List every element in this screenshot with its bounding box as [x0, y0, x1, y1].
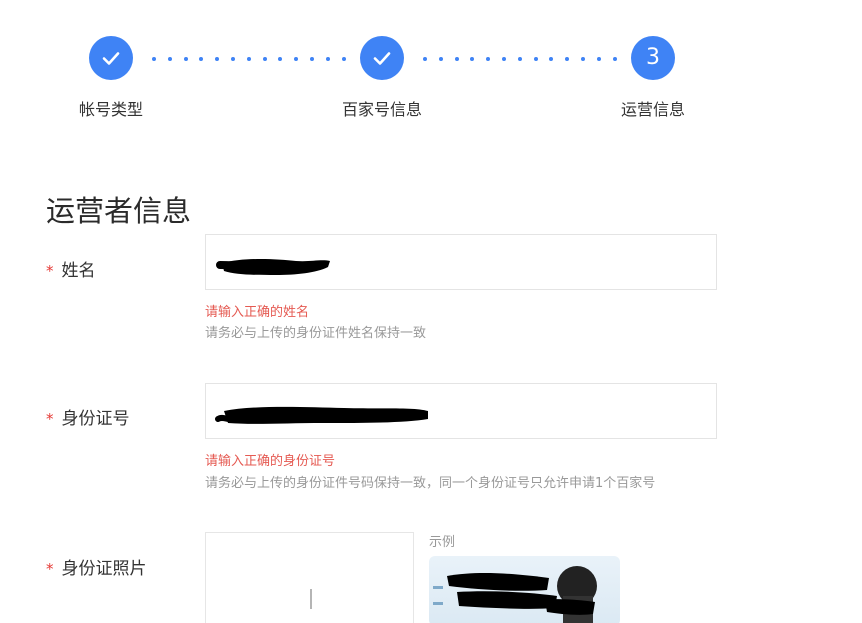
- step-connector-1: [152, 56, 346, 62]
- step-3-label: 运营信息: [620, 100, 686, 119]
- connector-dot: [502, 57, 506, 61]
- connector-dot: [549, 57, 554, 61]
- connector-dot: [423, 57, 427, 61]
- id-number-input[interactable]: [205, 383, 717, 439]
- name-redaction-mark: [216, 259, 330, 275]
- connector-dot: [486, 57, 491, 61]
- connector-dot: [454, 57, 459, 61]
- connector-dot: [325, 57, 330, 61]
- plus-icon: [310, 589, 312, 609]
- connector-dot: [294, 57, 299, 61]
- id-number-hint: 请务必与上传的身份证件号码保持一致，同一个身份证号只允许申请1个百家号: [205, 476, 656, 491]
- required-mark: *: [46, 410, 54, 428]
- connector-dot: [341, 57, 346, 61]
- step-connector-2: [423, 56, 617, 62]
- step-3-current: 3: [631, 36, 675, 80]
- step-2-complete: [360, 36, 404, 80]
- name-error: 请输入正确的姓名: [205, 305, 310, 320]
- connector-dot: [470, 57, 475, 61]
- connector-dot: [215, 57, 220, 61]
- step-1-label: 帐号类型: [78, 100, 144, 119]
- name-label: * 姓名: [46, 256, 96, 281]
- page-title: 运营者信息: [46, 194, 192, 229]
- step-3-number: 3: [646, 45, 660, 70]
- name-label-text: 姓名: [61, 261, 96, 281]
- id-photo-label: * 身份证照片: [46, 554, 147, 579]
- connector-dot: [262, 57, 267, 61]
- connector-dot: [565, 57, 570, 61]
- connector-dot: [310, 57, 314, 61]
- id-photo-label-text: 身份证照片: [61, 559, 147, 579]
- connector-dot: [533, 57, 538, 61]
- step-1-complete: [89, 36, 133, 80]
- connector-dot: [183, 57, 188, 61]
- required-mark: *: [46, 560, 54, 578]
- step-2-label: 百家号信息: [341, 100, 423, 119]
- check-icon: [102, 52, 120, 65]
- id-number-label-text: 身份证号: [61, 409, 130, 429]
- connector-dot: [517, 57, 522, 61]
- registration-page: 3 帐号类型 百家号信息 运营信息 运营者信息 * 姓名 请输入正确的姓名 请务必…: [0, 0, 862, 623]
- connector-dot: [167, 57, 172, 61]
- example-label: 示例: [429, 535, 456, 550]
- name-input[interactable]: [205, 234, 717, 290]
- id-number-error: 请输入正确的身份证号: [205, 454, 336, 469]
- connector-dot: [612, 57, 617, 61]
- example-id-card-illustration: [433, 566, 597, 623]
- id-number-redaction-mark: [215, 406, 428, 424]
- connector-dot: [278, 57, 283, 61]
- required-mark: *: [46, 262, 54, 280]
- connector-dot: [199, 57, 204, 61]
- connector-dot: [596, 57, 601, 61]
- check-icon: [373, 52, 391, 65]
- name-hint: 请务必与上传的身份证件姓名保持一致: [205, 326, 427, 341]
- connector-dot: [246, 57, 251, 61]
- connector-dot: [231, 57, 235, 61]
- connector-dot: [152, 57, 156, 61]
- connector-dot: [438, 57, 443, 61]
- connector-dot: [581, 57, 585, 61]
- id-photo-upload[interactable]: [205, 532, 414, 623]
- example-id-card-image: [429, 556, 620, 623]
- id-number-label: * 身份证号: [46, 404, 130, 429]
